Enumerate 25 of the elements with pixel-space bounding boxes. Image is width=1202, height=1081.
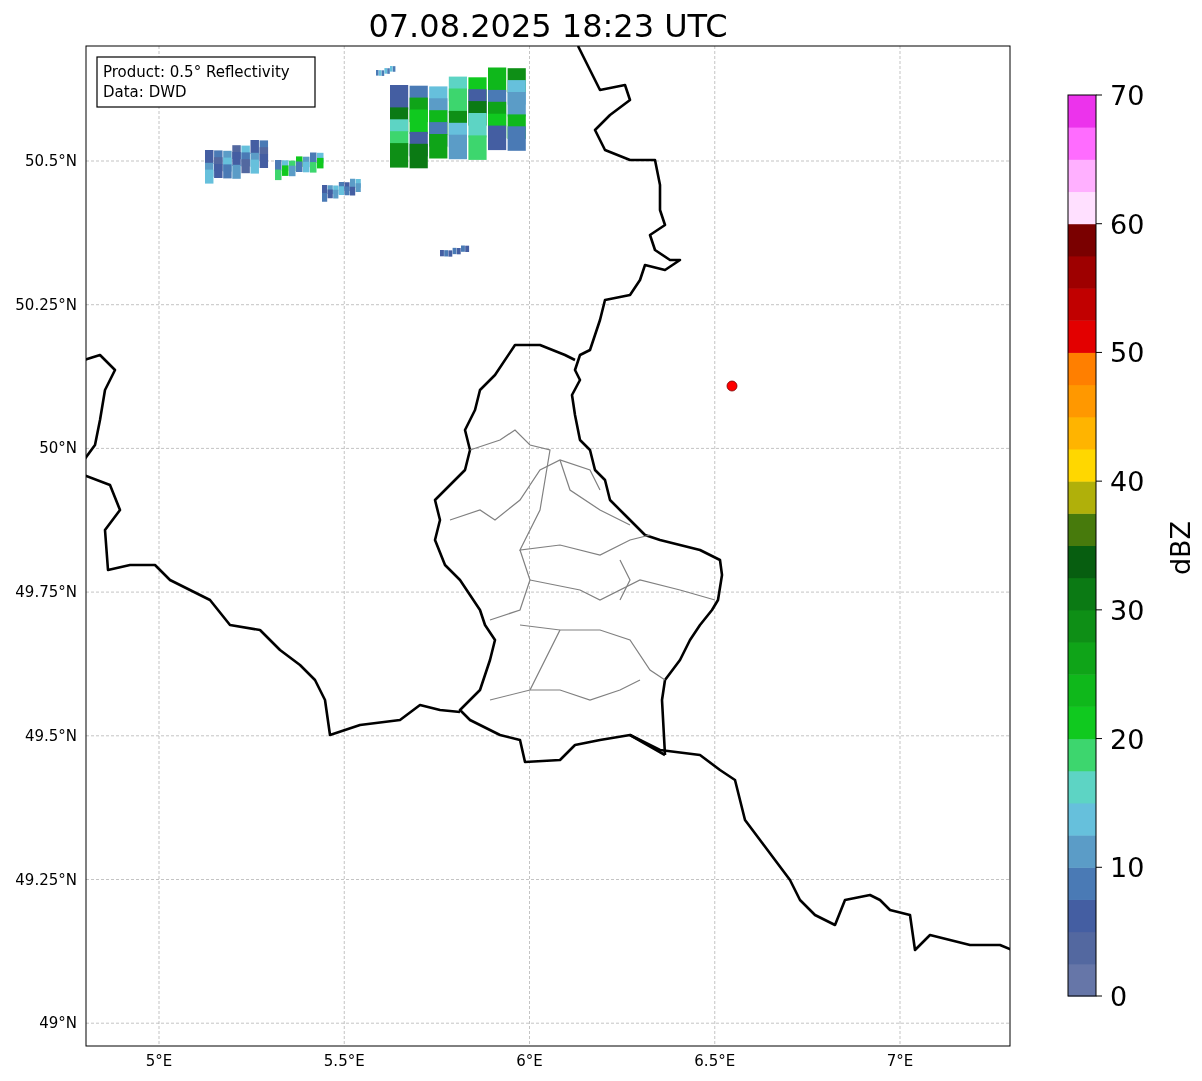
info-text: Data: DWD [103, 83, 187, 101]
latitude-label: 49.5°N [24, 726, 77, 745]
colorbar-tick-label: 60 [1110, 208, 1145, 240]
colorbar-tick-label: 20 [1110, 723, 1145, 755]
longitude-label: 6°E [516, 1052, 543, 1070]
latitude-label: 50.25°N [15, 295, 77, 314]
colorbar-tick-label: 70 [1110, 80, 1145, 111]
colorbar-tick-label: 30 [1110, 594, 1145, 626]
colorbar-tick-label: 0 [1110, 981, 1128, 1012]
latitude-label: 50°N [39, 439, 77, 458]
chart-title: 07.08.2025 18:23 UTC [368, 7, 728, 45]
colorbar-tick-label: 40 [1110, 466, 1145, 498]
colorbar-tick-label: 50 [1110, 337, 1145, 369]
colorbar-tick-label: 10 [1110, 852, 1145, 884]
latitude-label: 49.75°N [15, 583, 77, 602]
longitude-label: 6.5°E [694, 1052, 736, 1070]
info-text: Product: 0.5° Reflectivity [103, 63, 290, 81]
colorbar-label: dBZ [1165, 520, 1196, 576]
latitude-label: 49.25°N [15, 870, 77, 889]
radar-site-marker [726, 380, 738, 392]
longitude-label: 5.5°E [323, 1052, 365, 1070]
longitude-label: 7°E [886, 1052, 914, 1070]
latitude-label: 50.5°N [24, 152, 77, 170]
longitude-label: 5°E [145, 1052, 173, 1070]
latitude-label: 49°N [39, 1014, 77, 1033]
